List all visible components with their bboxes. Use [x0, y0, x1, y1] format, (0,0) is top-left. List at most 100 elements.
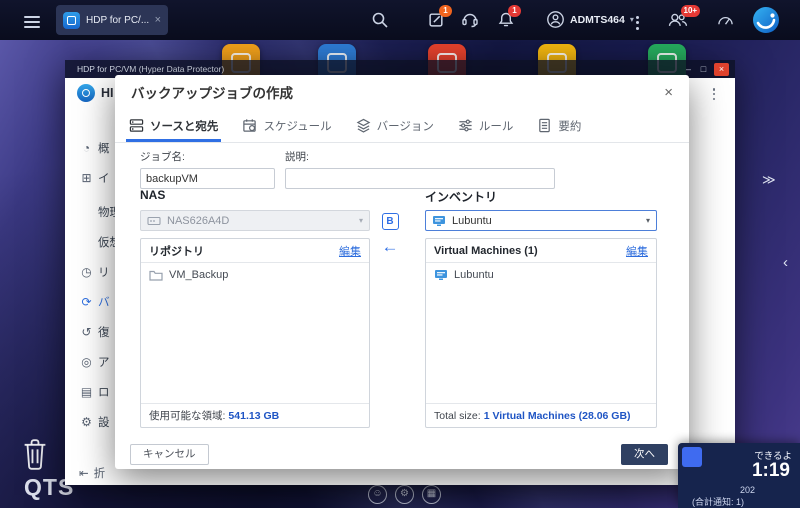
- wizard-steps: ソースと宛先 スケジュール バージョン ルール 要約: [115, 109, 689, 143]
- sidebar-item-recovery[interactable]: ◷ リ: [65, 260, 110, 284]
- backup-direction-button[interactable]: B: [382, 213, 399, 230]
- feedback-icon[interactable]: ☺: [368, 485, 387, 504]
- repository-edit-link[interactable]: 編集: [339, 243, 361, 259]
- main-menu-icon[interactable]: [24, 13, 40, 31]
- repository-item[interactable]: VM_Backup: [149, 269, 361, 281]
- log-icon: ▤: [79, 385, 94, 399]
- inventory-icon: ⊞: [79, 171, 94, 185]
- taskbar-more-kebab-icon[interactable]: [636, 13, 639, 32]
- vm-icon: [432, 215, 446, 227]
- updates-badge: 1: [439, 5, 452, 17]
- repository-list: VM_Backup: [141, 263, 369, 403]
- nas-selected-value: NAS626A4D: [167, 215, 353, 227]
- sidebar-item-physical[interactable]: 物理: [65, 200, 121, 224]
- support-headset-icon[interactable]: [461, 11, 479, 28]
- inventory-select[interactable]: Lubuntu ▾: [425, 210, 657, 231]
- step-schedule[interactable]: スケジュール: [242, 109, 331, 142]
- recycle-bin-icon[interactable]: [20, 436, 50, 472]
- virtual-machine-item[interactable]: Lubuntu: [434, 269, 648, 281]
- maximize-button[interactable]: □: [696, 63, 711, 76]
- virtual-machines-edit-link[interactable]: 編集: [626, 243, 648, 259]
- nas-heading: NAS: [140, 188, 165, 202]
- app-brand-text: HI: [101, 86, 114, 100]
- tools-icon[interactable]: ⚙: [395, 485, 414, 504]
- close-button[interactable]: ×: [714, 63, 729, 76]
- user-menu[interactable]: ADMTS464 ▾: [546, 10, 634, 29]
- description-input[interactable]: [285, 168, 555, 189]
- search-icon[interactable]: [371, 11, 389, 29]
- sidebar-item-virtual[interactable]: 仮想: [65, 230, 121, 254]
- dialog-title: バックアップジョブの作成: [131, 82, 664, 102]
- virtual-machines-footer: Total size: 1 Virtual Machines (28.06 GB…: [426, 403, 656, 427]
- restore-icon: ↺: [79, 325, 94, 339]
- sidebar-item-settings[interactable]: ⚙ 設: [65, 410, 110, 434]
- available-space-value: 541.13 GB: [228, 410, 279, 422]
- tab-close-icon[interactable]: ×: [155, 14, 161, 26]
- taskbar-tab-hdp[interactable]: HDP for PC/... ×: [56, 5, 168, 35]
- notification-total: (合計通知: 1): [692, 495, 744, 508]
- rules-icon: [458, 118, 473, 133]
- step-source-destination[interactable]: ソースと宛先: [129, 109, 218, 142]
- notification-toast[interactable]: できるよ 1:19 202 (合計通知: 1): [678, 443, 800, 508]
- sidebar-item-activity[interactable]: ◎ ア: [65, 350, 110, 374]
- hdp-tab-icon: [63, 12, 80, 29]
- description-label: 説明:: [285, 149, 555, 164]
- inventory-heading: インベントリ: [425, 188, 497, 205]
- sidebar-item-inventory[interactable]: ⊞ イ: [65, 166, 110, 190]
- job-name-input[interactable]: [140, 168, 275, 189]
- vm-icon: [434, 269, 448, 281]
- app-menu-kebab-icon[interactable]: [713, 86, 716, 102]
- username: ADMTS464: [570, 14, 625, 26]
- step-rules[interactable]: ルール: [458, 109, 514, 142]
- nas-select[interactable]: NAS626A4D ▾: [140, 210, 370, 231]
- job-name-field: ジョブ名:: [140, 149, 275, 189]
- sidebar-collapse-button[interactable]: ⇤ 折: [79, 465, 105, 481]
- collapse-chevron-icon[interactable]: ‹: [783, 254, 788, 271]
- virtual-machines-list: Lubuntu: [426, 263, 656, 403]
- user-avatar-icon: [546, 10, 565, 29]
- minimize-button[interactable]: –: [681, 63, 696, 76]
- backup-job-dialog: バックアップジョブの作成 × ソースと宛先 スケジュール バージョン ルール: [115, 75, 689, 469]
- next-button[interactable]: 次へ: [621, 444, 668, 465]
- repository-title: リポジトリ: [149, 243, 339, 259]
- source-destination-icon: [129, 118, 144, 133]
- dashboard-gauge-icon[interactable]: [716, 12, 735, 27]
- virtual-machines-title: Virtual Machines (1): [434, 245, 626, 257]
- clock-icon: ◷: [79, 265, 94, 279]
- nas-icon: [147, 215, 161, 227]
- repository-footer: 使用可能な領域: 541.13 GB: [141, 403, 369, 427]
- step-summary[interactable]: 要約: [537, 109, 581, 142]
- window-title: HDP for PC/VM (Hyper Data Protector): [77, 64, 681, 74]
- repository-panel: リポジトリ 編集 VM_Backup 使用可能な領域: 541.13 GB: [140, 238, 370, 428]
- chevron-down-icon: ▾: [646, 216, 650, 225]
- chevron-down-icon: ▾: [359, 216, 363, 225]
- sidebar-item-backup[interactable]: ⟳ バ: [65, 290, 110, 314]
- virtual-machines-header: Virtual Machines (1) 編集: [426, 239, 656, 263]
- collapse-icon: ⇤: [79, 466, 89, 480]
- online-users-badge: 10+: [681, 5, 700, 17]
- sidebar-item-logs[interactable]: ▤ ロ: [65, 380, 110, 404]
- repository-panel-header: リポジトリ 編集: [141, 239, 369, 263]
- sidebar-item-overview[interactable]: ◔ 概: [65, 136, 110, 160]
- gear-icon: ⚙: [79, 415, 94, 429]
- left-arrow-icon: ←: [370, 238, 410, 255]
- qts-brand-icon[interactable]: [752, 6, 780, 34]
- schedule-icon: [242, 118, 257, 133]
- app-updates-icon[interactable]: 1: [428, 11, 445, 28]
- job-name-label: ジョブ名:: [140, 149, 275, 164]
- chevron-down-icon: ▾: [630, 15, 634, 24]
- sync-icon: ⟳: [79, 295, 94, 309]
- activity-icon: ◎: [79, 355, 94, 369]
- clock-time: 1:19: [752, 460, 790, 482]
- step-version[interactable]: バージョン: [356, 109, 434, 142]
- taskbar: HDP for PC/... × 1 1 ADMTS464 ▾: [0, 0, 800, 40]
- notifications-bell-icon[interactable]: 1: [497, 11, 515, 28]
- overview-icon: ◔: [79, 141, 94, 155]
- expand-chevron-icon[interactable]: ≫: [762, 172, 776, 188]
- online-users-icon[interactable]: 10+: [668, 11, 688, 28]
- background-tasks-icon[interactable]: ▦: [422, 485, 441, 504]
- dialog-close-icon[interactable]: ×: [664, 84, 673, 101]
- transfer-direction: B ←: [370, 213, 410, 255]
- cancel-button[interactable]: キャンセル: [130, 444, 209, 465]
- sidebar-item-restore[interactable]: ↺ 復: [65, 320, 110, 344]
